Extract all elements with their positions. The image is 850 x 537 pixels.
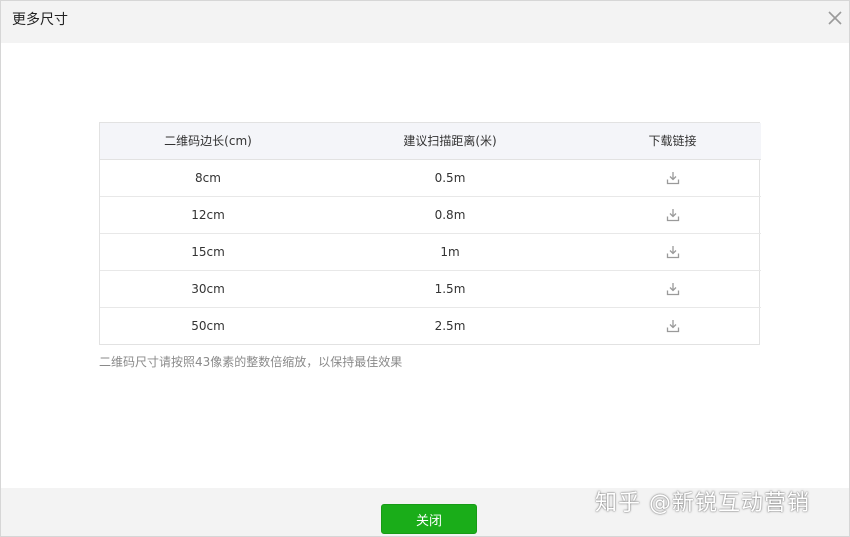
cell-scan-distance: 2.5m [434,318,466,333]
header-scan-distance: 建议扫描距离(米) [316,123,584,160]
cell-side-length: 30cm [100,270,316,308]
cell-download [584,233,761,271]
cell-side-length: 50cm [191,318,225,333]
download-icon[interactable] [666,245,680,259]
dialog-header: 更多尺寸 [1,1,849,43]
table-header-row: 二维码边长(cm) 建议扫描距离(米) 下载链接 [100,123,761,160]
close-button[interactable]: 关闭 [381,504,477,534]
cell-scan-distance: 1.5m [316,270,584,308]
table-row: 15cm 1m [100,233,761,271]
header-side-length: 二维码边长(cm) [100,123,316,160]
cell-download [584,159,761,197]
download-icon[interactable] [666,282,680,296]
dialog-title: 更多尺寸 [12,12,68,28]
download-icon[interactable] [666,208,680,222]
cell-download [584,196,761,234]
download-icon[interactable] [666,171,680,185]
cell-download [584,270,761,308]
download-icon[interactable] [666,319,680,333]
table-row: 50cm 2.5m [100,307,761,344]
sizes-table: 二维码边长(cm) 建议扫描距离(米) 下载链接 8cm 0.5m 12cm 0… [99,122,761,345]
cell-scan-distance: 1m [316,233,584,271]
table-row: 8cm 0.5m [100,159,761,197]
header-download-link: 下载链接 [584,123,761,160]
cell-side-length: 15cm [100,233,316,271]
scaling-note: 二维码尺寸请按照43像素的整数倍缩放，以保持最佳效果 [99,355,403,369]
close-icon[interactable] [825,8,845,28]
more-sizes-dialog: 更多尺寸 二维码边长(cm) 建议扫描距离(米) 下载链接 8cm 0.5m 1… [0,0,850,537]
table-row: 30cm 1.5m [100,270,761,308]
cell-side-length: 8cm [100,159,316,197]
table-row: 12cm 0.8m [100,196,761,234]
cell-scan-distance: 0.8m [316,196,584,234]
cell-download [584,307,761,344]
watermark: 知乎 @新锐互动营销 [595,491,810,516]
cell-scan-distance: 0.5m [316,159,584,197]
cell-side-length: 12cm [100,196,316,234]
